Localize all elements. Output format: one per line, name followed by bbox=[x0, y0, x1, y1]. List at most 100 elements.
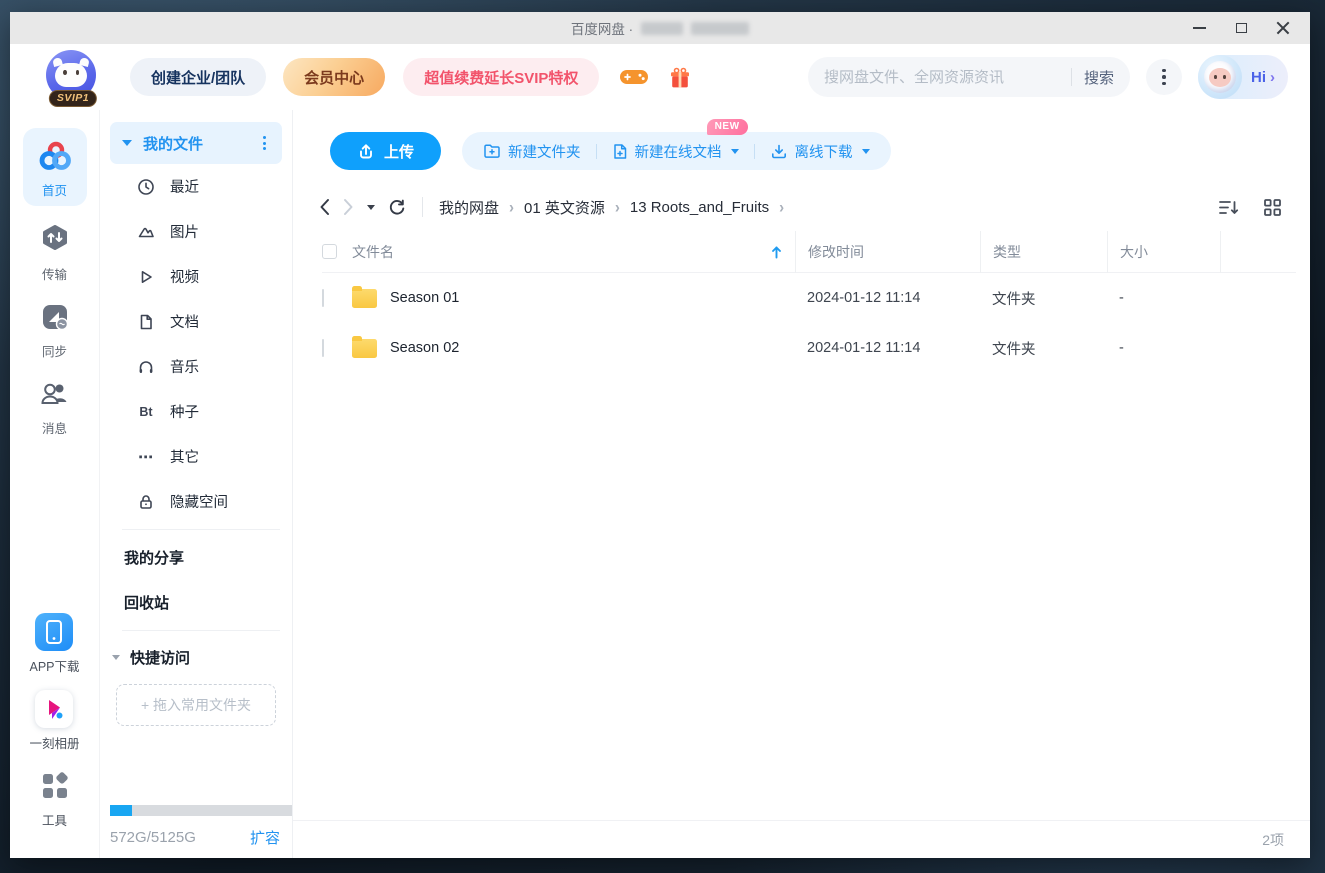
rail-item-label: APP下载 bbox=[29, 656, 79, 675]
nav-item-documents[interactable]: 文档 bbox=[110, 299, 282, 344]
minimize-button[interactable] bbox=[1178, 12, 1220, 44]
row-checkbox[interactable] bbox=[322, 289, 324, 307]
tools-icon bbox=[36, 767, 74, 805]
mountain-icon bbox=[136, 223, 156, 241]
nav-item-hidden-space[interactable]: 隐藏空间 bbox=[110, 479, 282, 524]
nav-recycle-bin[interactable]: 回收站 bbox=[110, 580, 282, 625]
app-window: 百度网盘 · SVIP1 创建企业/团队 会员中心 超值续费延长SVIP特权 bbox=[10, 12, 1310, 858]
table-row[interactable]: Season 01 2024-01-12 11:14 文件夹 - bbox=[322, 273, 1296, 323]
nav-item-torrents[interactable]: Bt 种子 bbox=[110, 389, 282, 434]
new-folder-button[interactable]: 新建文件夹 bbox=[468, 132, 596, 170]
gift-icon[interactable] bbox=[669, 66, 691, 89]
rail-item-sync[interactable]: 同步 bbox=[36, 298, 74, 360]
row-checkbox[interactable] bbox=[322, 339, 324, 357]
column-header-name[interactable]: 文件名 bbox=[352, 231, 795, 273]
history-dropdown-button[interactable] bbox=[367, 205, 375, 210]
transfer-icon bbox=[36, 221, 74, 259]
file-name[interactable]: Season 02 bbox=[390, 340, 459, 356]
file-type: 文件夹 bbox=[980, 338, 1107, 359]
offline-download-button[interactable]: 离线下载 bbox=[755, 132, 885, 170]
column-header-type[interactable]: 类型 bbox=[980, 231, 1107, 273]
upload-button[interactable]: 上传 bbox=[330, 132, 441, 170]
expand-storage-link[interactable]: 扩容 bbox=[250, 827, 280, 848]
new-folder-label: 新建文件夹 bbox=[508, 141, 581, 162]
nav-my-files[interactable]: 我的文件 bbox=[110, 122, 282, 164]
gamepad-icon[interactable] bbox=[619, 66, 649, 88]
breadcrumb-bar: 我的网盘 › 01 英文资源 › 13 Roots_and_Fruits › bbox=[293, 183, 1310, 231]
document-icon bbox=[136, 313, 156, 331]
clock-icon bbox=[136, 178, 156, 196]
breadcrumb-separator: › bbox=[615, 198, 620, 217]
rail-item-transfer[interactable]: 传输 bbox=[36, 221, 74, 283]
file-name[interactable]: Season 01 bbox=[390, 290, 459, 306]
rail-item-home[interactable]: 首页 bbox=[23, 128, 87, 206]
toolbar-button-group: 新建文件夹 NEW 新建在线文档 bbox=[462, 132, 891, 170]
nav-item-pictures[interactable]: 图片 bbox=[110, 209, 282, 254]
rail-item-label: 传输 bbox=[42, 264, 67, 283]
app-logo[interactable]: SVIP1 bbox=[46, 50, 100, 104]
nav-item-music[interactable]: 音乐 bbox=[110, 344, 282, 389]
back-button[interactable] bbox=[319, 198, 330, 216]
rail-item-tools[interactable]: 工具 bbox=[36, 767, 74, 829]
nav-item-label: 其它 bbox=[170, 446, 199, 467]
title-bar: 百度网盘 · bbox=[10, 12, 1310, 44]
nav-item-label: 隐藏空间 bbox=[170, 491, 228, 512]
create-team-button[interactable]: 创建企业/团队 bbox=[130, 58, 266, 96]
column-header-size[interactable]: 大小 bbox=[1107, 231, 1220, 273]
my-files-menu-icon[interactable] bbox=[259, 132, 270, 154]
download-icon bbox=[770, 143, 788, 160]
member-center-button[interactable]: 会员中心 bbox=[283, 58, 385, 96]
rail-item-app-download[interactable]: APP下载 bbox=[29, 613, 79, 675]
nav-item-label: 视频 bbox=[170, 266, 199, 287]
close-button[interactable] bbox=[1262, 12, 1304, 44]
sort-button[interactable] bbox=[1218, 199, 1239, 216]
new-folder-icon bbox=[483, 143, 501, 159]
rail-item-label: 一刻相册 bbox=[29, 733, 79, 752]
column-header-extra bbox=[1220, 231, 1296, 273]
refresh-button[interactable] bbox=[388, 198, 406, 216]
window-title-text: 百度网盘 · bbox=[571, 18, 633, 38]
collapse-triangle-icon bbox=[122, 140, 132, 146]
phone-icon bbox=[35, 613, 73, 651]
nav-quick-access[interactable]: 快捷访问 bbox=[110, 636, 282, 678]
nav-item-label: 最近 bbox=[170, 176, 199, 197]
my-files-label: 我的文件 bbox=[143, 133, 259, 154]
divider bbox=[422, 197, 423, 217]
breadcrumb-item[interactable]: 13 Roots_and_Fruits bbox=[630, 199, 769, 216]
search-input[interactable] bbox=[824, 69, 1059, 86]
new-badge: NEW bbox=[707, 119, 748, 135]
rail-item-photo-album[interactable]: 一刻相册 bbox=[29, 690, 79, 752]
item-count-label: 2项 bbox=[1262, 830, 1284, 850]
file-size: - bbox=[1107, 290, 1220, 306]
forward-button[interactable] bbox=[343, 198, 354, 216]
breadcrumb-item[interactable]: 我的网盘 bbox=[439, 197, 499, 218]
minimize-icon bbox=[1193, 27, 1206, 29]
breadcrumb-item[interactable]: 01 英文资源 bbox=[524, 197, 605, 218]
headphones-icon bbox=[136, 358, 156, 376]
storage-progress-fill bbox=[110, 805, 132, 816]
nav-item-label: 图片 bbox=[170, 221, 199, 242]
nav-item-other[interactable]: ⋯ 其它 bbox=[110, 434, 282, 479]
toolbar: 上传 新建文件夹 NEW bbox=[293, 110, 1310, 183]
drop-folder-zone[interactable]: + 拖入常用文件夹 bbox=[116, 684, 276, 726]
svip-promo-button[interactable]: 超值续费延长SVIP特权 bbox=[403, 58, 599, 96]
grid-view-button[interactable] bbox=[1263, 198, 1282, 217]
nav-item-label: 文档 bbox=[170, 311, 199, 332]
rail-item-messages[interactable]: 消息 bbox=[36, 375, 74, 437]
more-menu-button[interactable] bbox=[1146, 59, 1182, 95]
upload-icon bbox=[357, 143, 375, 160]
nav-my-shares[interactable]: 我的分享 bbox=[110, 535, 282, 580]
nav-item-recent[interactable]: 最近 bbox=[110, 164, 282, 209]
select-all-checkbox[interactable] bbox=[322, 244, 337, 259]
nav-item-videos[interactable]: 视频 bbox=[110, 254, 282, 299]
user-account-button[interactable]: Hi › bbox=[1198, 55, 1288, 99]
maximize-button[interactable] bbox=[1220, 12, 1262, 44]
search-button[interactable]: 搜索 bbox=[1084, 67, 1114, 88]
new-online-doc-button[interactable]: NEW 新建在线文档 bbox=[597, 132, 754, 170]
window-title: 百度网盘 · bbox=[10, 12, 1310, 44]
chevron-down-icon bbox=[862, 149, 870, 154]
sort-ascending-icon[interactable] bbox=[770, 245, 783, 259]
quick-access-label: 快捷访问 bbox=[130, 647, 190, 668]
table-row[interactable]: Season 02 2024-01-12 11:14 文件夹 - bbox=[322, 323, 1296, 373]
column-header-time[interactable]: 修改时间 bbox=[795, 231, 980, 273]
